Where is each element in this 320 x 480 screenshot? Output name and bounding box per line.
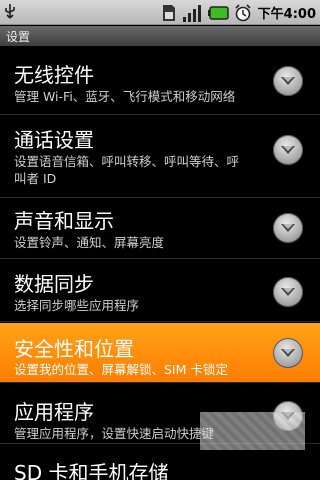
settings-item-wireless[interactable]: 无线控件 管理 Wi-Fi、蓝牙、飞行模式和移动网络 — [0, 47, 320, 115]
sim-icon — [162, 4, 175, 21]
page-title: 设置 — [6, 29, 31, 44]
item-subtitle: 选择同步哪些应用程序 — [14, 298, 140, 313]
settings-item-sound-display[interactable]: 声音和显示 设置铃声、通知、屏幕亮度 — [0, 199, 320, 259]
chevron-down-icon[interactable] — [273, 338, 303, 368]
chevron-down-icon[interactable] — [273, 213, 303, 243]
item-subtitle: 设置语音信箱、呼叫转移、呼叫等待、呼叫者 ID — [14, 154, 240, 186]
item-subtitle: 设置铃声、通知、屏幕亮度 — [14, 235, 165, 250]
item-title: 通话设置 — [14, 128, 94, 152]
status-bar: 下午4:00 — [0, 0, 320, 25]
alarm-icon — [235, 3, 251, 21]
item-title: 声音和显示 — [14, 209, 114, 233]
item-title: 无线控件 — [14, 63, 94, 87]
title-bar: 设置 — [0, 26, 320, 46]
settings-item-sd-storage[interactable]: SD 卡和手机存储 — [0, 445, 320, 480]
battery-icon — [207, 5, 229, 20]
chevron-down-icon[interactable] — [273, 277, 303, 307]
chevron-down-icon[interactable] — [273, 135, 303, 165]
usb-icon — [5, 4, 15, 19]
item-subtitle: 设置我的位置、屏幕解锁、SIM 卡锁定 — [14, 362, 228, 377]
watermark — [200, 412, 305, 450]
settings-item-sync[interactable]: 数据同步 选择同步哪些应用程序 — [0, 260, 320, 322]
settings-item-call[interactable]: 通话设置 设置语音信箱、呼叫转移、呼叫等待、呼叫者 ID — [0, 116, 320, 198]
item-subtitle: 管理 Wi-Fi、蓝牙、飞行模式和移动网络 — [14, 89, 236, 104]
settings-item-security-location[interactable]: 安全性和位置 设置我的位置、屏幕解锁、SIM 卡锁定 — [0, 323, 320, 383]
item-title: 数据同步 — [14, 272, 94, 296]
signal-icon — [182, 4, 201, 22]
chevron-down-icon[interactable] — [273, 66, 303, 96]
status-time: 下午4:00 — [257, 7, 316, 22]
item-title: 应用程序 — [14, 400, 94, 424]
item-title: SD 卡和手机存储 — [14, 461, 169, 480]
item-title: 安全性和位置 — [14, 337, 134, 361]
